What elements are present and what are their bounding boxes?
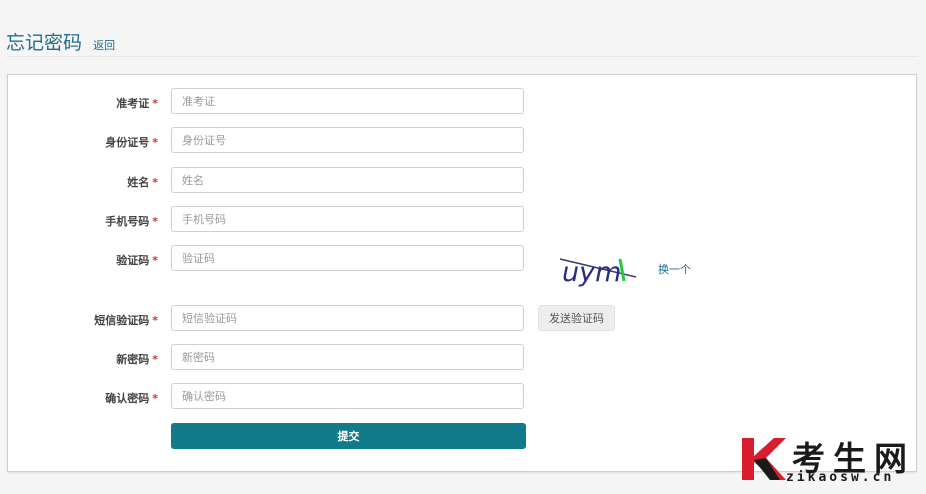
captcha-refresh-link[interactable]: 换一个 (658, 261, 691, 277)
field-row-admission: 准考证 * (8, 88, 916, 116)
field-label: 确认密码 * (105, 392, 158, 405)
field-row-new-password: 新密码 * (8, 344, 916, 372)
field-label: 短信验证码 * (94, 314, 158, 327)
captcha-text: uym (562, 257, 621, 288)
sms-code-input[interactable] (171, 305, 524, 331)
field-label: 新密码 * (116, 353, 158, 366)
id-number-input[interactable] (171, 127, 524, 153)
field-label: 手机号码 * (105, 215, 158, 228)
back-link[interactable]: 返回 (93, 37, 115, 53)
confirm-password-input[interactable] (171, 383, 524, 409)
watermark: K 考生网 zikaosw.cn (740, 432, 920, 488)
submit-button[interactable]: 提交 (171, 423, 526, 449)
send-sms-button[interactable]: 发送验证码 (538, 305, 615, 331)
admission-number-input[interactable] (171, 88, 524, 114)
captcha-input[interactable] (171, 245, 524, 271)
watermark-url: zikaosw.cn (786, 470, 895, 485)
field-row-phone: 手机号码 * (8, 206, 916, 234)
field-label: 姓名 * (127, 176, 158, 189)
field-row-captcha: 验证码* uym 换一个 (8, 245, 916, 288)
phone-input[interactable] (171, 206, 524, 232)
field-row-name: 姓名 * (8, 167, 916, 195)
field-label: 验证码 * (116, 254, 158, 267)
field-row-confirm-password: 确认密码 * (8, 383, 916, 411)
page-title: 忘记密码 (6, 32, 83, 54)
new-password-input[interactable] (171, 344, 524, 370)
field-label: 准考证 * (116, 97, 158, 110)
captcha-image[interactable]: uym (558, 249, 638, 289)
name-input[interactable] (171, 167, 524, 193)
k-logo-icon: K (742, 438, 786, 480)
field-label: 身份证号 * (105, 136, 158, 149)
page-header: 忘记密码 返回 (6, 28, 918, 57)
field-row-id: 身份证号 * (8, 127, 916, 155)
form-panel: 准考证* 身份证号* 姓名* 手机号码* 验证码* uym 换一个 短信验证码*… (7, 74, 917, 472)
field-row-sms: 短信验证码* 发送验证码 (8, 305, 916, 333)
